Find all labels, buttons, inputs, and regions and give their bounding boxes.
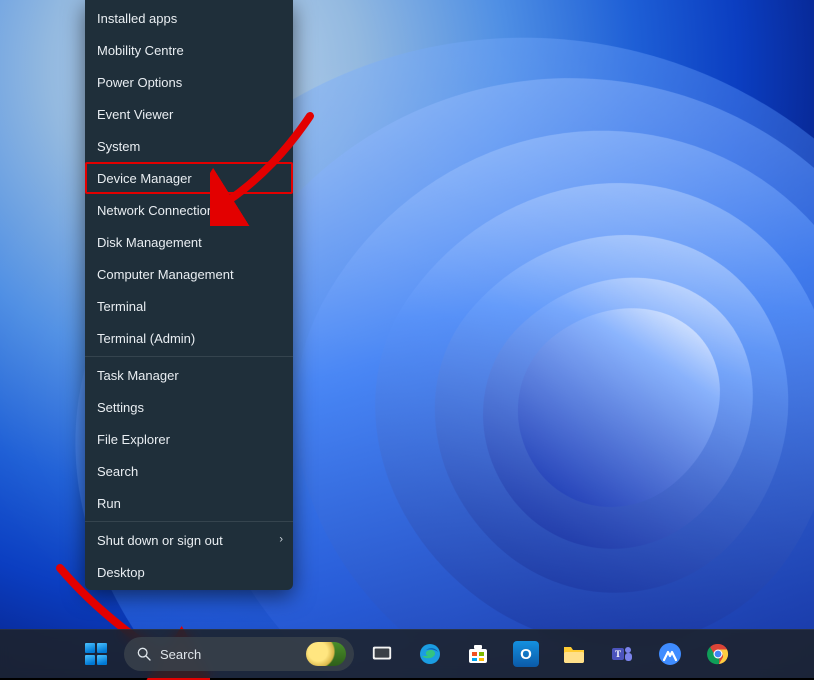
menu-item-label: Search: [97, 465, 138, 478]
menu-item-shut-down-or-sign-out[interactable]: Shut down or sign out ›: [85, 524, 293, 556]
menu-item-terminal-admin[interactable]: Terminal (Admin): [85, 322, 293, 354]
menu-item-label: Disk Management: [97, 236, 202, 249]
store-icon: [466, 642, 490, 666]
menu-item-network-connections[interactable]: Network Connections: [85, 194, 293, 226]
menu-item-label: Task Manager: [97, 369, 179, 382]
menu-item-computer-management[interactable]: Computer Management: [85, 258, 293, 290]
menu-separator: [85, 521, 293, 522]
menu-item-settings[interactable]: Settings: [85, 391, 293, 423]
menu-item-label: Run: [97, 497, 121, 510]
menu-item-terminal[interactable]: Terminal: [85, 290, 293, 322]
menu-item-task-manager[interactable]: Task Manager: [85, 359, 293, 391]
taskbar-search[interactable]: Search: [124, 637, 354, 671]
menu-item-installed-apps[interactable]: Installed apps: [85, 2, 293, 34]
menu-item-label: Event Viewer: [97, 108, 173, 121]
menu-item-label: Device Manager: [97, 172, 192, 185]
menu-item-label: File Explorer: [97, 433, 170, 446]
menu-item-file-explorer[interactable]: File Explorer: [85, 423, 293, 455]
file-explorer-button[interactable]: [554, 634, 594, 674]
winx-context-menu: Installed apps Mobility Centre Power Optio…: [85, 0, 293, 590]
menu-item-run[interactable]: Run: [85, 487, 293, 519]
menu-item-mobility-centre[interactable]: Mobility Centre: [85, 34, 293, 66]
menu-item-label: Desktop: [97, 566, 145, 579]
menu-item-power-options[interactable]: Power Options: [85, 66, 293, 98]
file-explorer-icon: [562, 643, 586, 665]
menu-item-label: Power Options: [97, 76, 182, 89]
menu-item-desktop[interactable]: Desktop: [85, 556, 293, 588]
menu-item-label: Shut down or sign out: [97, 534, 223, 547]
edge-button[interactable]: [410, 634, 450, 674]
menu-item-label: Installed apps: [97, 12, 177, 25]
microsoft-store-button[interactable]: [458, 634, 498, 674]
search-highlight-art: [306, 642, 346, 666]
menu-item-label: Network Connections: [97, 204, 221, 217]
teams-icon: T: [610, 642, 634, 666]
menu-item-label: Terminal: [97, 300, 146, 313]
nordvpn-button[interactable]: [650, 634, 690, 674]
taskbar: Search O: [0, 629, 814, 678]
menu-item-label: System: [97, 140, 140, 153]
menu-item-event-viewer[interactable]: Event Viewer: [85, 98, 293, 130]
menu-item-label: Settings: [97, 401, 144, 414]
menu-item-label: Mobility Centre: [97, 44, 184, 57]
search-icon: [136, 646, 152, 662]
menu-item-device-manager[interactable]: Device Manager: [85, 162, 293, 194]
nordvpn-icon: [658, 642, 682, 666]
menu-item-search[interactable]: Search: [85, 455, 293, 487]
menu-separator: [85, 356, 293, 357]
svg-text:T: T: [615, 649, 621, 659]
chrome-icon: [706, 642, 730, 666]
menu-item-label: Computer Management: [97, 268, 234, 281]
task-view-icon: [371, 643, 393, 665]
search-placeholder-text: Search: [160, 647, 298, 662]
chevron-right-icon: ›: [279, 535, 283, 546]
teams-button[interactable]: T: [602, 634, 642, 674]
menu-item-system[interactable]: System: [85, 130, 293, 162]
edge-icon: [418, 642, 442, 666]
outlook-icon: O: [513, 641, 539, 667]
chrome-button[interactable]: [698, 634, 738, 674]
menu-item-disk-management[interactable]: Disk Management: [85, 226, 293, 258]
task-view-button[interactable]: [362, 634, 402, 674]
outlook-button[interactable]: O: [506, 634, 546, 674]
windows-logo-icon: [85, 643, 107, 665]
start-button[interactable]: [76, 634, 116, 674]
menu-item-label: Terminal (Admin): [97, 332, 195, 345]
